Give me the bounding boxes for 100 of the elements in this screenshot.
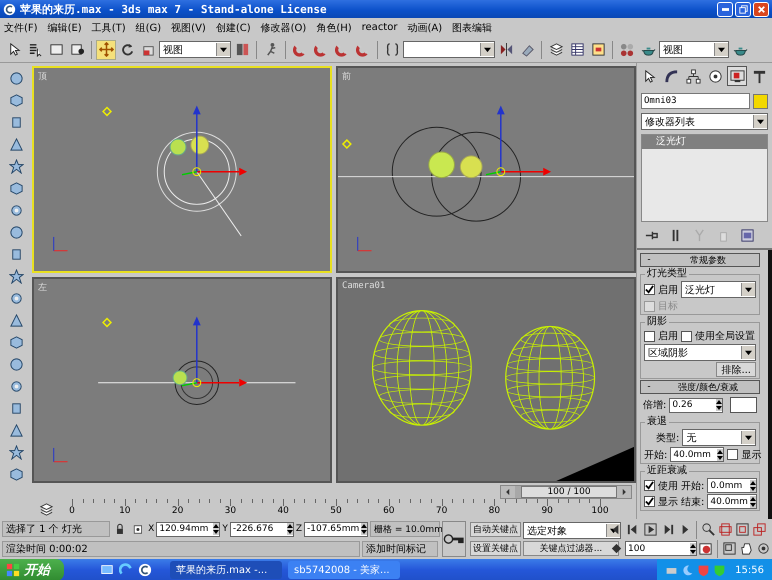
light-type-dropdown[interactable]: 泛光灯 bbox=[681, 281, 756, 298]
spinner-arrows-icon bbox=[750, 496, 756, 508]
checkbox[interactable] bbox=[644, 330, 655, 342]
sphere-icon bbox=[8, 71, 24, 86]
zoom-extents-button[interactable] bbox=[734, 520, 751, 538]
key-set-dropdown[interactable]: 选定对象 bbox=[523, 522, 621, 539]
light-color-swatch[interactable] bbox=[730, 397, 757, 413]
time-slider-thumb[interactable]: 100 / 100 bbox=[521, 486, 617, 498]
desktop-icon[interactable] bbox=[100, 563, 114, 577]
zoom-all-button[interactable] bbox=[717, 520, 734, 538]
mirror-icon bbox=[498, 42, 514, 57]
object-color-swatch[interactable] bbox=[753, 94, 768, 108]
monitor-tab[interactable] bbox=[727, 66, 748, 86]
orbit-icon bbox=[756, 541, 771, 556]
close-button[interactable] bbox=[753, 2, 769, 16]
minimize-icon bbox=[722, 8, 728, 10]
axis-tripod-icon bbox=[53, 446, 68, 462]
checkbox[interactable] bbox=[644, 480, 655, 491]
menu-item[interactable]: 视图(V) bbox=[171, 20, 206, 34]
current-frame-spinner[interactable]: 100 bbox=[625, 541, 697, 556]
set-key-button[interactable] bbox=[442, 521, 466, 557]
status-text: 选择了 1 个 灯光 bbox=[2, 521, 110, 537]
taskbar-button[interactable]: sb5742008 - 美家... bbox=[288, 561, 400, 579]
menu-item[interactable]: 组(G) bbox=[136, 20, 162, 34]
coordinate-spinner[interactable]: -226.676 bbox=[230, 522, 294, 536]
coordinate-dropdown[interactable]: 视图 bbox=[159, 41, 231, 58]
stack-item[interactable]: 泛光灯 bbox=[642, 135, 767, 149]
menu-item[interactable]: 修改器(O) bbox=[260, 20, 306, 34]
selection-set-dropdown[interactable] bbox=[403, 41, 495, 58]
wheel-icon bbox=[708, 68, 723, 84]
frame-number: 10 bbox=[119, 506, 131, 517]
minimize-button[interactable] bbox=[717, 2, 733, 16]
play-button[interactable] bbox=[642, 520, 659, 538]
decay-start-spinner[interactable]: 40.0mm bbox=[670, 447, 724, 462]
cone-icon bbox=[8, 423, 24, 438]
light-marker-icon bbox=[342, 139, 352, 150]
pivot-icon bbox=[234, 42, 250, 57]
frame-number: 90 bbox=[541, 506, 553, 517]
browser-icon[interactable] bbox=[119, 563, 133, 577]
render-dropdown[interactable]: 视图 bbox=[659, 41, 729, 58]
object-name-field[interactable]: Omni03 bbox=[641, 93, 750, 109]
group-title: 近距衰减 bbox=[645, 465, 689, 477]
near-end-spinner[interactable]: 40.0mm bbox=[707, 494, 758, 509]
coordinate-spinner[interactable]: -107.65mm bbox=[304, 522, 368, 536]
viewport[interactable]: Camera01 bbox=[336, 276, 636, 483]
star-button[interactable] bbox=[6, 267, 26, 286]
checkbox[interactable] bbox=[681, 330, 692, 342]
near-start-spinner[interactable]: 0.0mm bbox=[707, 478, 758, 493]
rollout-header[interactable]: - 强度/颜色/衰减 bbox=[640, 380, 760, 394]
menu-item[interactable]: 工具(T) bbox=[92, 20, 126, 34]
time-slider[interactable]: 100 / 100 bbox=[500, 485, 632, 499]
checkbox[interactable] bbox=[727, 449, 738, 460]
field-label: 倍增: bbox=[643, 398, 666, 412]
render-time-text: 渲染时间 0:00:02 bbox=[2, 541, 360, 557]
taskbar-button[interactable]: 苹果的来历.max -... bbox=[170, 561, 282, 579]
add-time-tag-button[interactable]: 添加时间标记 bbox=[362, 541, 438, 557]
checkbox[interactable] bbox=[644, 284, 655, 295]
menu-item[interactable]: 角色(H) bbox=[316, 20, 352, 34]
zoom-extents-all-button[interactable] bbox=[751, 520, 768, 538]
spinner-arrows-icon bbox=[717, 448, 724, 460]
app-logo-icon[interactable] bbox=[138, 563, 152, 577]
menu-item[interactable]: reactor bbox=[362, 22, 398, 33]
decay-type-dropdown[interactable]: 无 bbox=[682, 429, 756, 446]
restore-button[interactable] bbox=[735, 2, 751, 16]
checkbox[interactable] bbox=[644, 496, 655, 507]
app-logo-icon bbox=[3, 2, 16, 16]
monitor-icon bbox=[730, 68, 745, 84]
menu-item[interactable]: 图表编辑 bbox=[452, 20, 492, 34]
shield-icon bbox=[697, 564, 710, 576]
play-icon bbox=[643, 522, 658, 537]
window-select-icon bbox=[70, 42, 84, 57]
menu-item[interactable]: 编辑(E) bbox=[48, 20, 82, 34]
auto-key-button[interactable]: 自动关键点 bbox=[470, 522, 521, 537]
region-zoom-button[interactable] bbox=[721, 540, 738, 558]
menu-item[interactable]: 文件(F) bbox=[4, 20, 38, 34]
menu-item[interactable]: 动画(A) bbox=[407, 20, 442, 34]
hammer-icon bbox=[752, 68, 767, 84]
zoom-button[interactable] bbox=[700, 520, 717, 538]
light-marker-icon bbox=[102, 316, 112, 327]
move-button[interactable] bbox=[96, 40, 116, 60]
coordinate-spinner[interactable]: 120.94mm bbox=[156, 522, 220, 536]
modifier-list-dropdown[interactable]: 修改器列表 bbox=[641, 113, 768, 130]
star-button[interactable] bbox=[6, 157, 26, 176]
grid-size-text: 栅格 = 10.0mm bbox=[370, 521, 440, 537]
key-filters-button[interactable]: 关键点过滤器... bbox=[523, 541, 619, 556]
exclude-button[interactable]: 排除... bbox=[716, 362, 756, 377]
track-bar-ruler[interactable]: 0 10 20 30 40 50 60 70 80 90 100 bbox=[62, 499, 610, 519]
field-label: 开始: bbox=[644, 448, 668, 462]
checkbox-label: 使用 bbox=[658, 480, 678, 492]
rollout-header[interactable]: - 常规参数 bbox=[640, 253, 760, 267]
shadow-type-dropdown[interactable]: 区域阴影 bbox=[644, 344, 756, 361]
box-icon bbox=[8, 181, 24, 196]
move-icon bbox=[98, 42, 114, 57]
menu-item[interactable]: 创建(C) bbox=[216, 20, 251, 34]
layers-icon bbox=[548, 42, 564, 57]
star-button[interactable] bbox=[6, 443, 26, 462]
frame-number: 20 bbox=[172, 506, 184, 517]
light-marker-icon bbox=[102, 106, 112, 116]
set-key-mode-button[interactable]: 设置关键点 bbox=[470, 541, 521, 556]
multiplier-spinner[interactable]: 0.26 bbox=[669, 398, 724, 412]
